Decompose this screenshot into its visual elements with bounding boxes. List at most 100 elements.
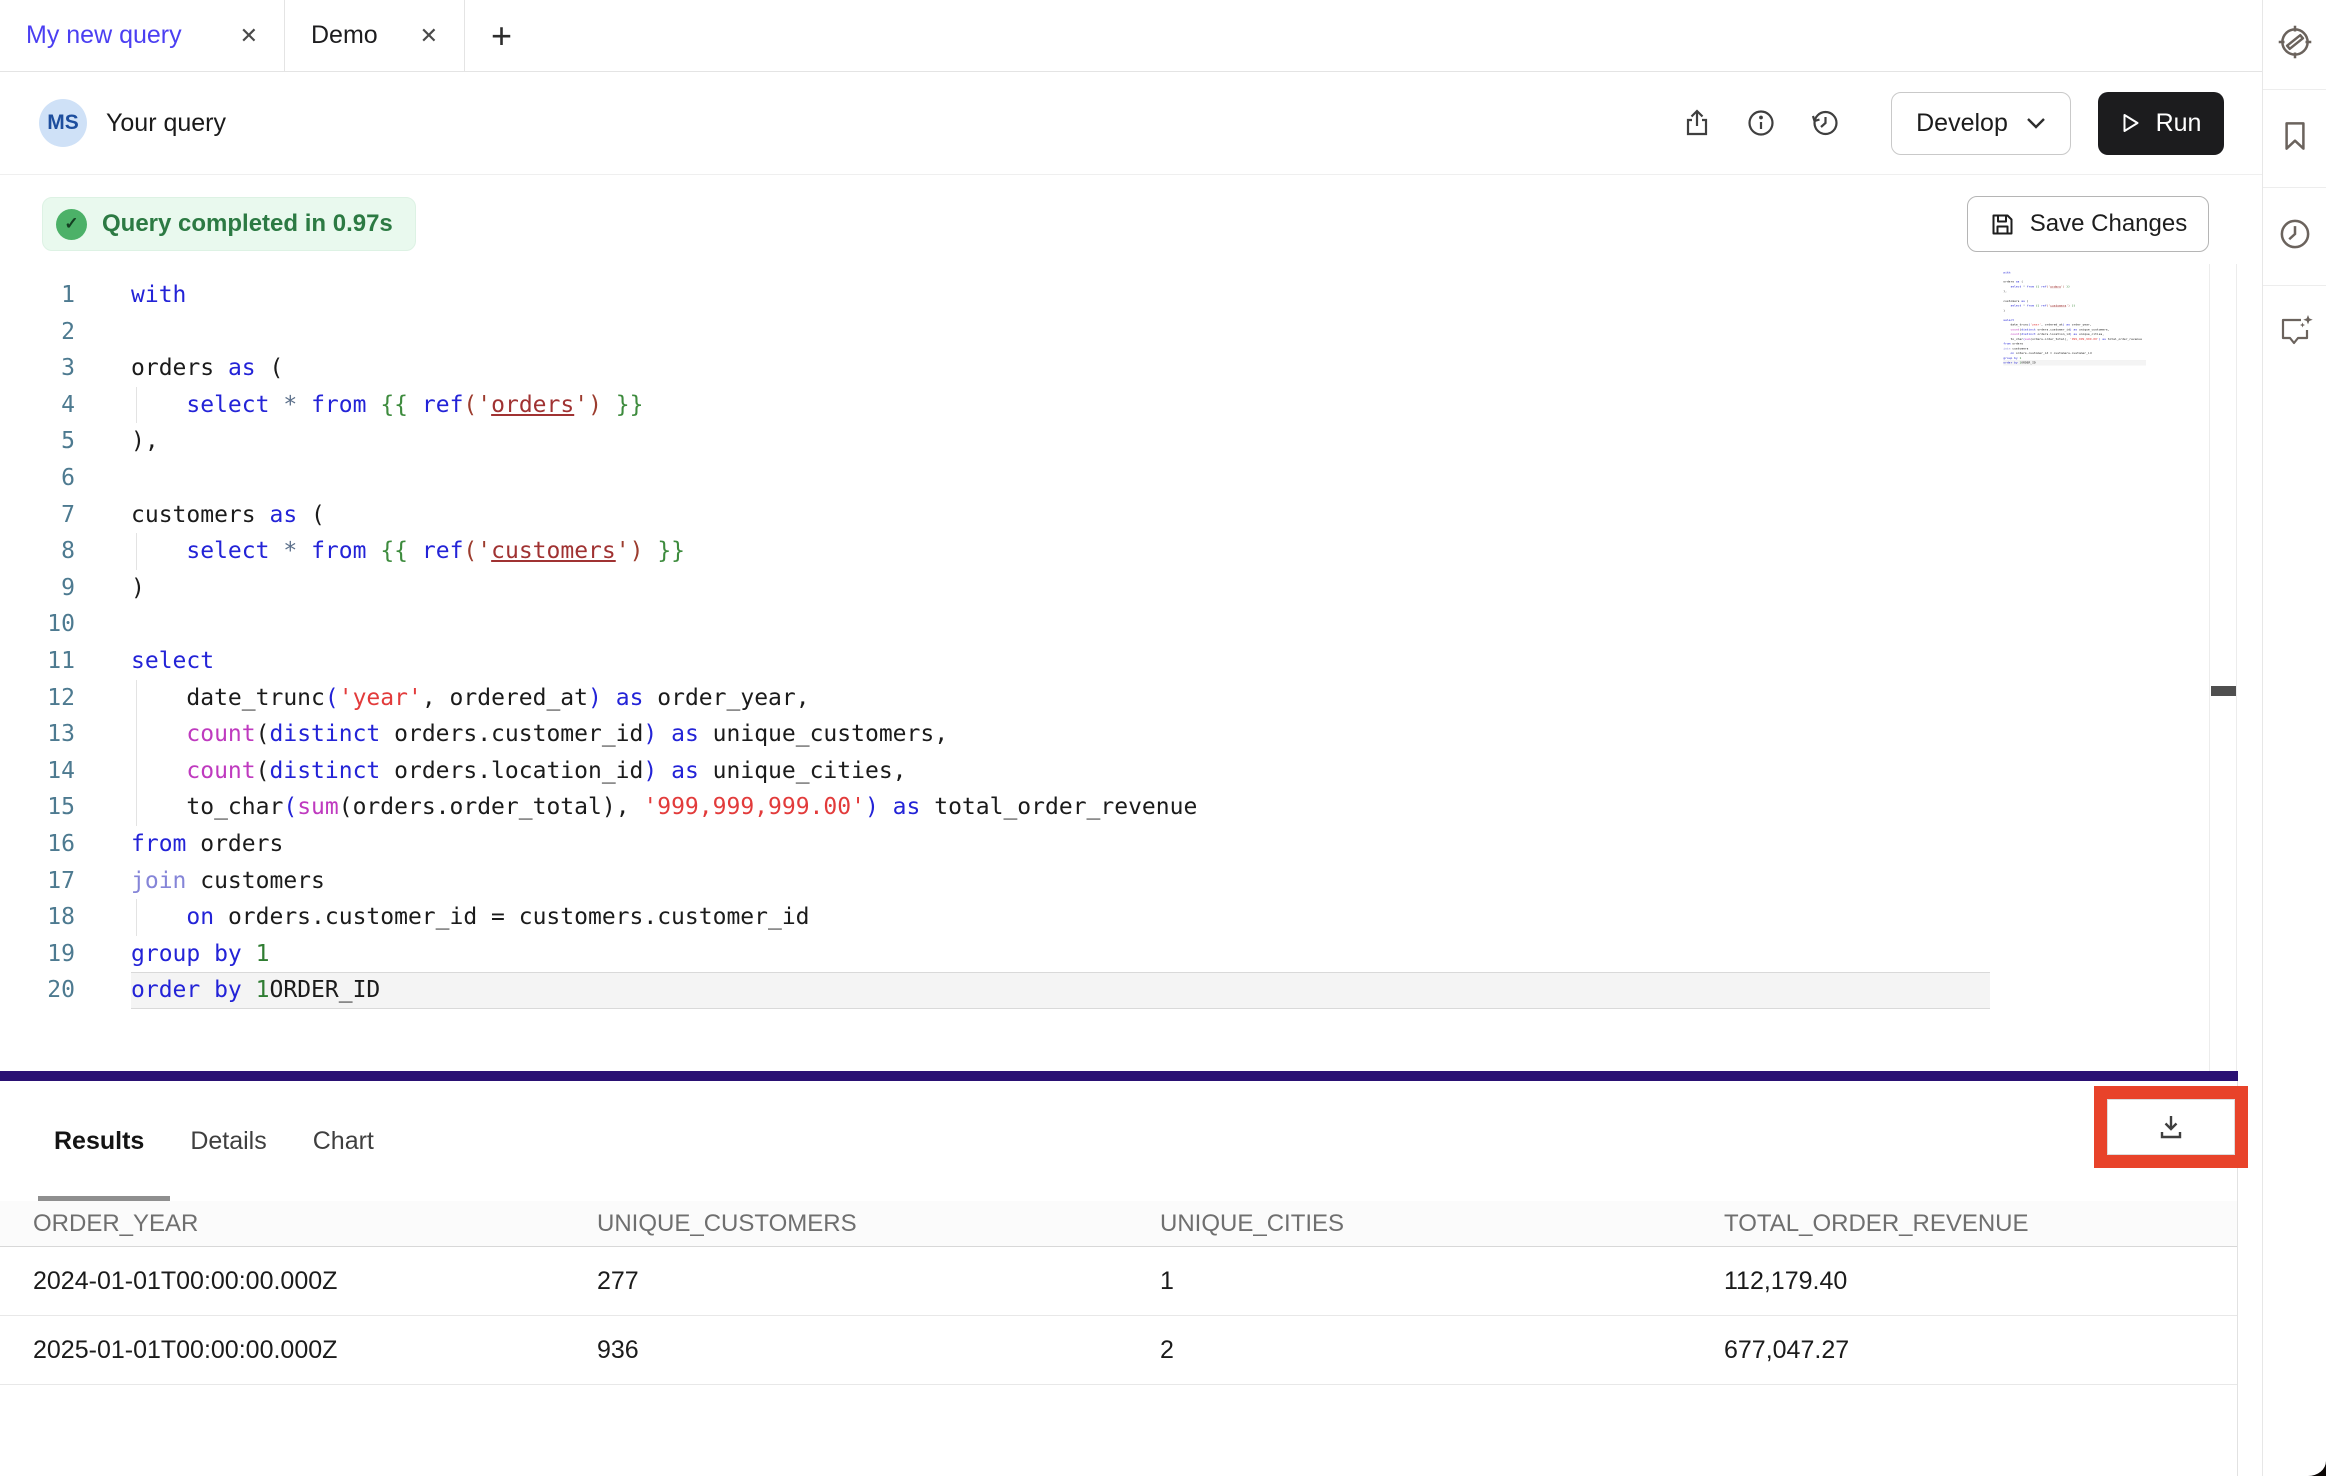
query-header: MS Your query: [0, 72, 2262, 175]
line-number: 12: [0, 680, 75, 717]
play-icon: [2121, 112, 2141, 134]
line-number: 1: [0, 277, 75, 314]
indent-guide: [136, 716, 137, 753]
history-icon[interactable]: [1808, 106, 1842, 140]
code-line[interactable]: 4 select * from {{ ref('orders') }}: [0, 387, 2208, 424]
code-text: date_trunc('year', ordered_at) as order_…: [131, 680, 810, 717]
editor-scrollbar-thumb[interactable]: [2211, 686, 2236, 696]
code-line[interactable]: 20 order by 1ORDER_ID: [0, 972, 2208, 1009]
line-number: 2: [0, 314, 75, 351]
code-line[interactable]: 14 count(distinct orders.location_id) as…: [0, 753, 2208, 790]
line-number: 11: [0, 643, 75, 680]
sql-editor[interactable]: 1with23orders as (4 select * from {{ ref…: [0, 277, 2208, 1009]
sidebar-item-bookmark[interactable]: [2263, 90, 2326, 188]
table-header-row: ORDER_YEARUNIQUE_CUSTOMERSUNIQUE_CITIEST…: [0, 1201, 2237, 1247]
code-line[interactable]: 3orders as (: [0, 350, 2208, 387]
editor-minimap[interactable]: withorders as ( select * from {{ ref('or…: [1996, 270, 2146, 370]
avatar: MS: [39, 99, 87, 147]
table-body: 2024-01-01T00:00:00.000Z2771112,179.4020…: [0, 1247, 2237, 1385]
new-tab-button[interactable]: +: [465, 0, 538, 71]
code-line[interactable]: 17join customers: [0, 863, 2208, 900]
code-text: on orders.customer_id = customers.custom…: [131, 899, 810, 936]
code-line[interactable]: 11 select: [0, 643, 2208, 680]
code-text: order by 1ORDER_ID: [131, 972, 1990, 1009]
code-line[interactable]: 13 count(distinct orders.customer_id) as…: [0, 716, 2208, 753]
chevron-down-icon: [2026, 117, 2046, 129]
table-cell: 677,047.27: [1724, 1336, 2237, 1365]
table-cell: 2024-01-01T00:00:00.000Z: [33, 1267, 597, 1296]
indent-guide: [136, 387, 137, 424]
active-tab-underline: [38, 1196, 170, 1201]
table-cell: 936: [597, 1336, 1160, 1365]
code-line[interactable]: 7 customers as (: [0, 497, 2208, 534]
table-cell: 277: [597, 1267, 1160, 1296]
table-row: 2024-01-01T00:00:00.000Z2771112,179.40: [0, 1247, 2237, 1316]
indent-guide: [136, 789, 137, 826]
code-line[interactable]: 18 on orders.customer_id = customers.cus…: [0, 899, 2208, 936]
code-text: ): [131, 570, 145, 607]
indent-guide: [136, 899, 137, 936]
download-results-button[interactable]: [2107, 1099, 2235, 1155]
code-line[interactable]: 5),: [0, 423, 2208, 460]
tab-label: Demo: [311, 21, 378, 50]
code-text: ),: [131, 423, 159, 460]
code-line[interactable]: 12 date_trunc('year', ordered_at) as ord…: [0, 680, 2208, 717]
editor-tab-my-new-query[interactable]: My new query✕: [0, 0, 285, 71]
tab-close-icon[interactable]: ✕: [420, 23, 438, 49]
info-icon[interactable]: [1744, 106, 1778, 140]
line-number: 5: [0, 423, 75, 460]
line-number: 4: [0, 387, 75, 424]
code-text: order by 1ORDER_ID: [2003, 360, 2146, 365]
status-row: ✓ Query completed in 0.97s Save Changes: [0, 175, 2262, 271]
results-panel: Results Details Chart ORDER_YEARUNIQUE_CUS…: [0, 1081, 2238, 1476]
code-line[interactable]: 15 to_char(sum(orders.order_total), '999…: [0, 789, 2208, 826]
editor-tab-demo[interactable]: Demo ✕: [285, 0, 465, 71]
floppy-icon: [1989, 211, 2016, 238]
run-label: Run: [2156, 109, 2202, 138]
run-button[interactable]: Run: [2098, 92, 2224, 155]
line-number: 18: [0, 899, 75, 936]
code-text: to_char(sum(orders.order_total), '999,99…: [131, 789, 1197, 826]
status-message: Query completed in 0.97s: [102, 210, 393, 238]
compass-icon: [2274, 21, 2316, 68]
code-text: customers as (: [131, 497, 325, 534]
results-tab-results[interactable]: Results: [54, 1127, 144, 1156]
code-line[interactable]: 6: [0, 460, 2208, 497]
line-number: 7: [0, 497, 75, 534]
code-text: count(distinct orders.customer_id) as un…: [131, 716, 948, 753]
ai-chat-icon: [2273, 310, 2317, 359]
results-tab-details[interactable]: Details: [190, 1127, 266, 1156]
sidebar-item-compass[interactable]: [2263, 0, 2326, 90]
code-text: join customers: [131, 863, 325, 900]
tab-bar: My new query✕ Demo ✕ +: [0, 0, 2262, 72]
results-tab-chart[interactable]: Chart: [313, 1127, 374, 1156]
editor-scrollbar-track: [2209, 264, 2237, 1071]
code-text: select: [131, 643, 214, 680]
column-header: TOTAL_ORDER_REVENUE: [1724, 1210, 2237, 1238]
code-line[interactable]: 16from orders: [0, 826, 2208, 863]
code-line[interactable]: 10: [0, 606, 2208, 643]
panel-resize-divider[interactable]: [0, 1071, 2238, 1081]
main-area: My new query✕ Demo ✕ + MS Your query: [0, 0, 2262, 1476]
line-number: 14: [0, 753, 75, 790]
page-title: Your query: [106, 109, 226, 138]
sidebar-item-ai-chat[interactable]: [2263, 286, 2326, 383]
table-row: 2025-01-01T00:00:00.000Z9362677,047.27: [0, 1316, 2237, 1385]
save-changes-button[interactable]: Save Changes: [1967, 196, 2209, 252]
code-line[interactable]: order by 1ORDER_ID: [1996, 360, 2146, 365]
code-line[interactable]: 1with: [0, 277, 2208, 314]
tab-close-icon[interactable]: ✕: [240, 23, 258, 49]
line-number: 9: [0, 570, 75, 607]
code-line[interactable]: 19group by 1: [0, 936, 2208, 973]
code-text: group by 1: [131, 936, 270, 973]
table-cell: 2: [1160, 1336, 1724, 1365]
code-line[interactable]: 2: [0, 314, 2208, 351]
code-line[interactable]: 8 select * from {{ ref('customers') }}: [0, 533, 2208, 570]
check-icon: ✓: [56, 209, 87, 240]
line-number: 20: [0, 972, 75, 1009]
history-clock-icon: [2274, 213, 2316, 260]
develop-dropdown[interactable]: Develop: [1891, 92, 2071, 155]
sidebar-item-history-clock[interactable]: [2263, 188, 2326, 286]
share-icon[interactable]: [1680, 106, 1714, 140]
code-line[interactable]: 9): [0, 570, 2208, 607]
